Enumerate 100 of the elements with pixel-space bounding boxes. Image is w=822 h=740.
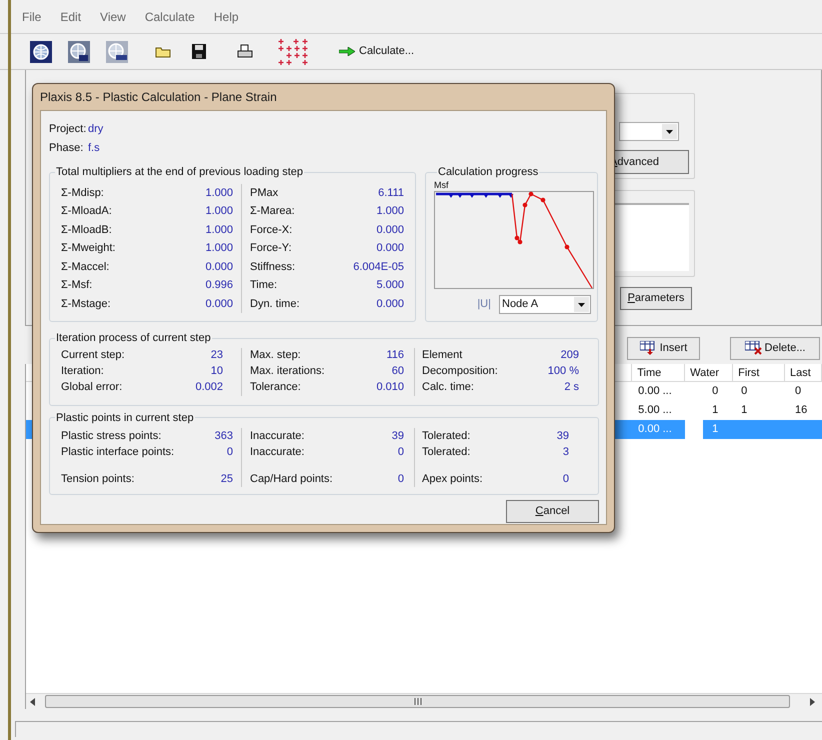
field-value: 209 bbox=[560, 348, 579, 364]
field-value: 0 bbox=[398, 472, 404, 487]
field-value: 363 bbox=[214, 428, 233, 444]
field-value: 0.000 bbox=[376, 296, 404, 312]
field-value: 5.000 bbox=[376, 278, 404, 293]
table-cell-text: 1 bbox=[711, 403, 720, 418]
scrollbar-thumb[interactable] bbox=[45, 695, 790, 708]
field-value: 116 bbox=[386, 348, 404, 364]
field-value: 0 bbox=[226, 444, 233, 460]
table-cell-text: 1 bbox=[740, 403, 748, 418]
field-label: Cap/Hard points: bbox=[250, 472, 333, 487]
group-title: Total multipliers at the end of previous loading step bbox=[55, 165, 304, 180]
field-value: 0.000 bbox=[205, 296, 233, 312]
field-value: 0.000 bbox=[376, 241, 404, 256]
field-value: 1.000 bbox=[205, 186, 233, 200]
insert-button[interactable]: Insert bbox=[627, 336, 700, 360]
field-value: 2 s bbox=[564, 380, 579, 396]
table-cell-text: 0.00 ... bbox=[637, 384, 673, 400]
field-label: Tolerance: bbox=[250, 380, 301, 396]
table-add-icon bbox=[640, 341, 656, 355]
field-value: 1.000 bbox=[205, 222, 233, 238]
group-title: Iteration process of current step bbox=[55, 331, 212, 346]
grip-icon bbox=[414, 698, 422, 705]
table-cell-text: 0 bbox=[740, 384, 748, 400]
field-value: 3 bbox=[562, 444, 569, 460]
field-value: dry bbox=[88, 122, 104, 138]
field-label: Phase: bbox=[49, 141, 84, 156]
field-value: 39 bbox=[556, 428, 569, 444]
field-label: Dyn. time: bbox=[250, 296, 300, 312]
axis-label: Msf bbox=[434, 180, 450, 190]
menu-item[interactable]: Calculate bbox=[144, 8, 195, 26]
menu-item[interactable]: File bbox=[22, 8, 42, 26]
field-value: f.s bbox=[88, 141, 100, 156]
field-label: Max. iterations: bbox=[250, 364, 325, 380]
table-cell-text: 0 bbox=[711, 384, 720, 400]
field-value: 0.000 bbox=[376, 222, 404, 238]
field-label: Inaccurate: bbox=[250, 444, 304, 460]
field-value: 25 bbox=[220, 472, 233, 487]
field-value: 0.002 bbox=[195, 380, 223, 396]
caret-icon bbox=[574, 296, 589, 312]
menu-item[interactable]: Help bbox=[214, 8, 239, 26]
field-label: Force-X: bbox=[250, 222, 292, 238]
save-icon[interactable] bbox=[192, 44, 206, 59]
parameters-button[interactable]: Parameters bbox=[620, 287, 692, 310]
field-label: Tolerated: bbox=[422, 444, 470, 460]
field-label: Calc. time: bbox=[422, 380, 474, 396]
menu-item[interactable]: Edit bbox=[60, 8, 82, 26]
field-label: Σ-Mweight: bbox=[61, 241, 116, 256]
field-label: Σ-Marea: bbox=[250, 204, 295, 219]
window-title: Plaxis 8.5 - Plastic Calculation - Plane Strain bbox=[40, 89, 277, 106]
field-value: 60 bbox=[392, 364, 404, 380]
table-cell-text: 0.00 ... bbox=[637, 422, 673, 438]
field-value: 1.000 bbox=[205, 204, 233, 219]
field-label: Global error: bbox=[61, 380, 122, 396]
table-cell-text: 16 bbox=[794, 403, 808, 418]
group-title: Plastic points in current step bbox=[55, 410, 195, 426]
menu-item[interactable]: View bbox=[100, 8, 126, 26]
group-title: Calculation progress bbox=[437, 165, 540, 180]
arrow-icon bbox=[339, 47, 355, 56]
field-label: Force-Y: bbox=[250, 241, 292, 256]
field-value: 6.004E-05 bbox=[353, 260, 404, 274]
field-label: Stiffness: bbox=[250, 260, 296, 274]
node-dropdown[interactable]: Node A bbox=[499, 294, 591, 314]
field-value: 0.996 bbox=[205, 278, 233, 293]
field-label: Tension points: bbox=[61, 472, 134, 487]
field-value: 6.111 bbox=[378, 186, 404, 200]
field-label: Plastic interface points: bbox=[61, 444, 174, 460]
horizontal-scrollbar[interactable] bbox=[26, 693, 822, 709]
field-value: 0 bbox=[562, 472, 569, 487]
field-label: Σ-MloadA: bbox=[61, 204, 112, 219]
field-value: 10 bbox=[210, 364, 223, 380]
field-label: Apex points: bbox=[422, 472, 483, 487]
delete-button[interactable]: Delete... bbox=[730, 336, 820, 360]
field-label: Σ-Mdisp: bbox=[61, 186, 104, 200]
field-label: Element bbox=[422, 348, 462, 364]
right-arrow-icon[interactable] bbox=[810, 698, 816, 706]
globe-icon[interactable] bbox=[68, 40, 90, 62]
table-cell-text: 5.00 ... bbox=[637, 403, 673, 418]
left-arrow-icon[interactable] bbox=[30, 698, 36, 706]
globe-icon[interactable] bbox=[106, 40, 128, 62]
cancel-button[interactable]: Cancel bbox=[506, 500, 599, 523]
field-value: 100 % bbox=[548, 364, 579, 380]
field-label: Σ-Mstage: bbox=[61, 296, 111, 312]
field-label: Current step: bbox=[61, 348, 125, 364]
globe-icon[interactable] bbox=[30, 40, 52, 62]
folder-icon[interactable] bbox=[155, 46, 171, 58]
field-value: 23 bbox=[210, 348, 223, 364]
table-cell-text: 0 bbox=[794, 384, 802, 400]
field-value: 1.000 bbox=[205, 241, 233, 256]
calculate-button[interactable]: Calculate... bbox=[337, 43, 416, 60]
field-label: Time: bbox=[250, 278, 278, 293]
field-label: Σ-MloadB: bbox=[61, 222, 112, 238]
field-value: 39 bbox=[392, 428, 404, 444]
field-value: 1.000 bbox=[376, 204, 404, 219]
dropdown[interactable] bbox=[619, 122, 679, 141]
field-label: Project: bbox=[49, 122, 88, 138]
field-label: Decomposition: bbox=[422, 364, 498, 380]
field-label: PMax bbox=[250, 186, 278, 200]
field-label: Inaccurate: bbox=[250, 428, 304, 444]
printer-icon[interactable] bbox=[237, 44, 253, 59]
